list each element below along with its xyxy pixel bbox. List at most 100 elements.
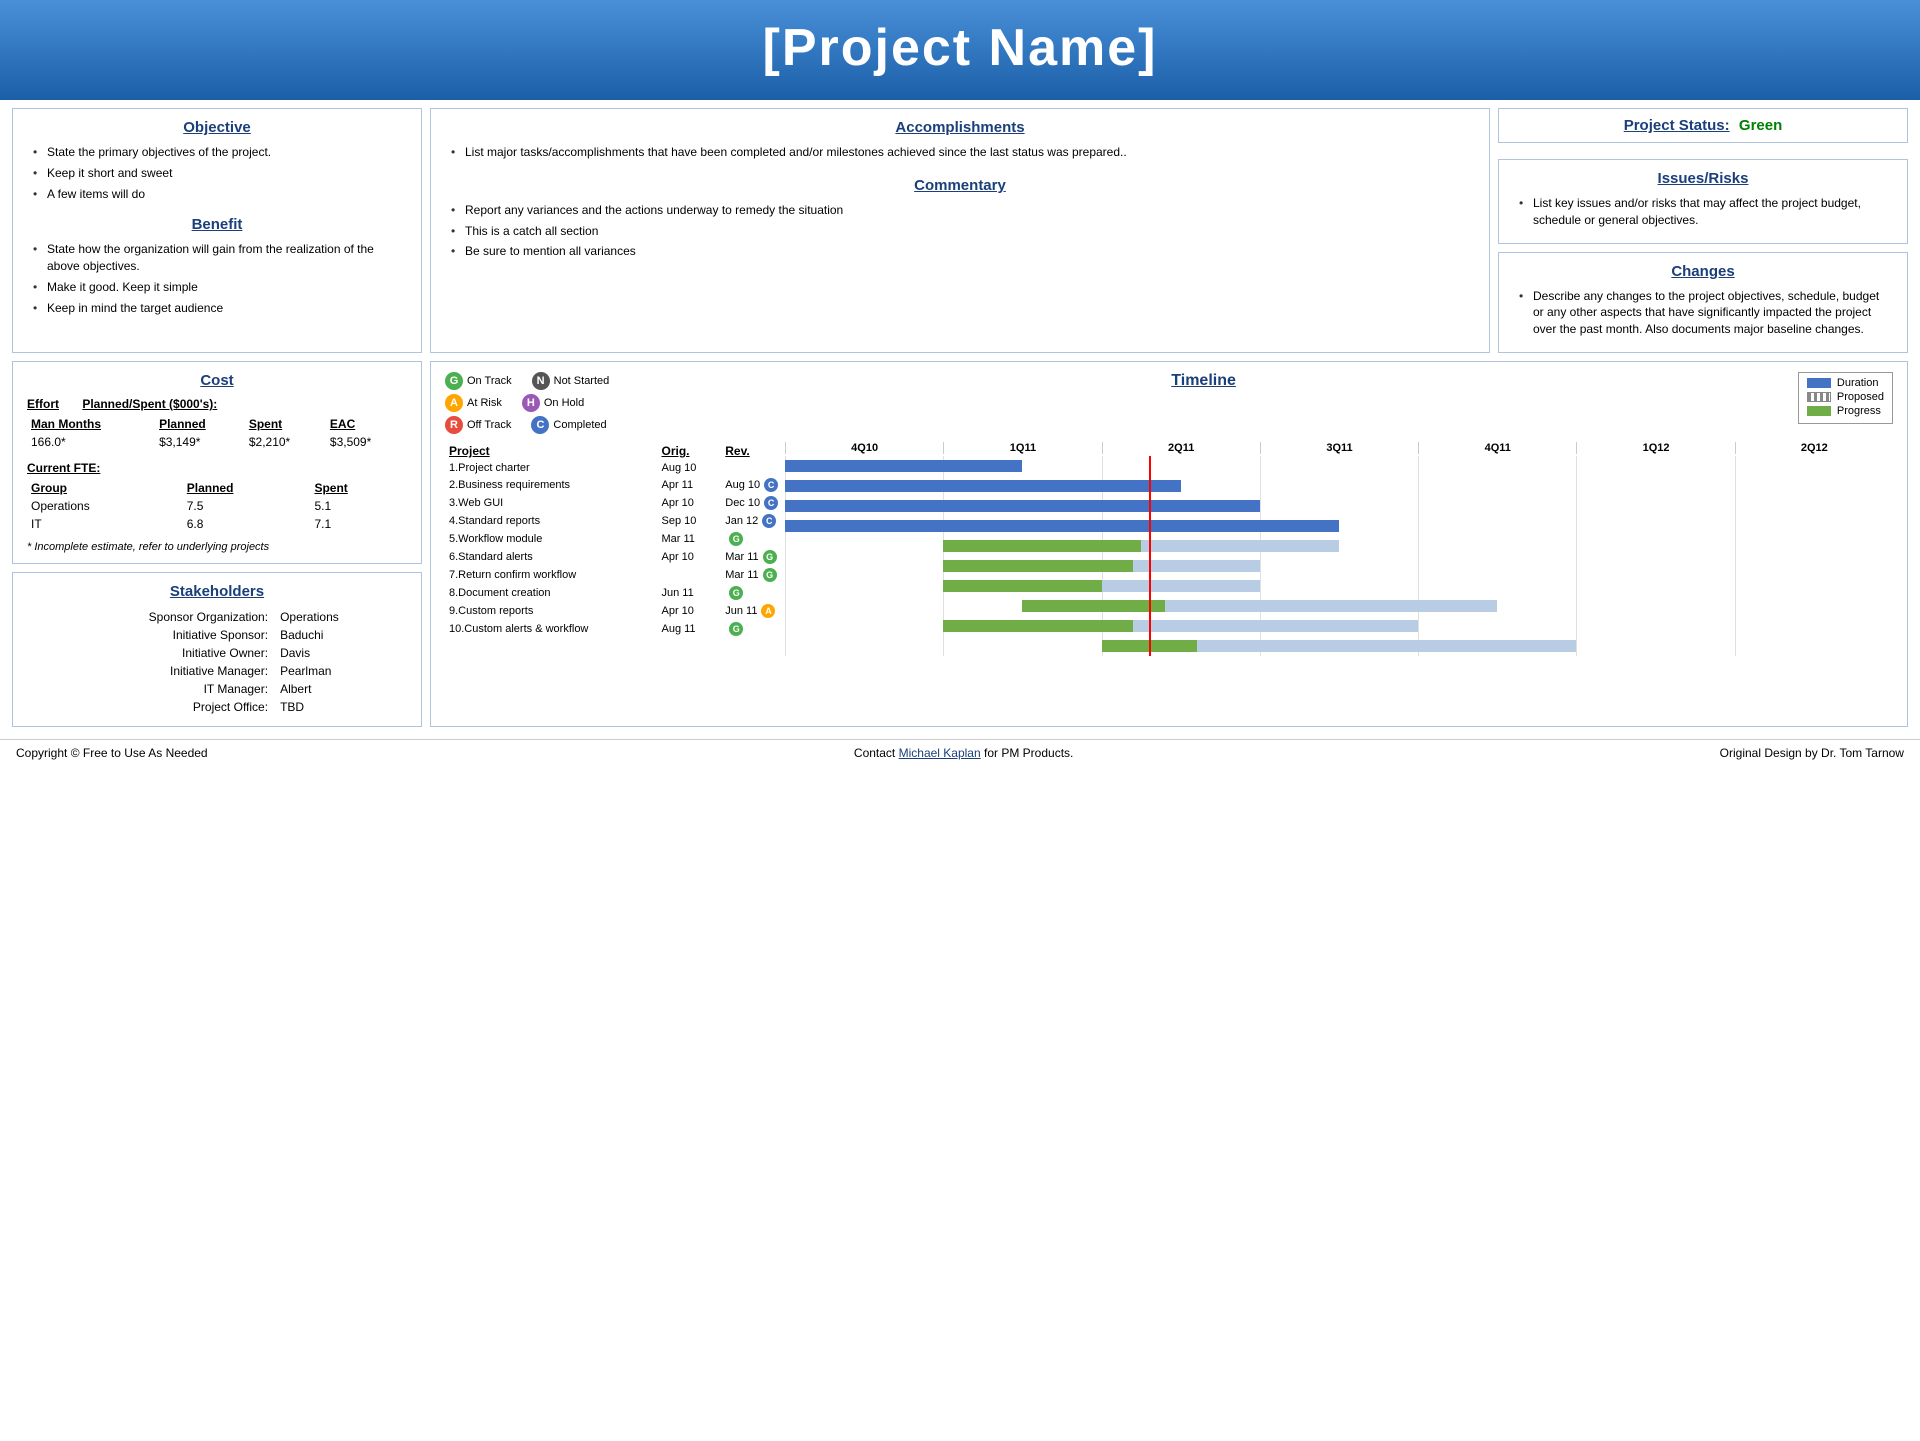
off-track-icon: R [445, 416, 463, 434]
changes-panel: Changes Describe any changes to the proj… [1498, 252, 1908, 353]
legend-container: G On Track N Not Started A At Risk [445, 372, 609, 434]
gantt-bar-progress [785, 500, 1260, 512]
on-hold-label: On Hold [544, 397, 584, 409]
quarter-2q12: 2Q12 [1735, 442, 1893, 454]
gantt-project-table: Project Orig. Rev. 1.Project charterAug … [445, 442, 785, 638]
gantt-rev-date: Jan 12C [721, 512, 785, 530]
gantt-bar-outer [785, 500, 1260, 512]
legend-on-hold: H On Hold [522, 394, 584, 412]
legend-off-track: R Off Track [445, 416, 511, 434]
gantt-tbody: 1.Project charterAug 102.Business requir… [445, 460, 785, 638]
changes-list: Describe any changes to the project obje… [1513, 288, 1893, 338]
gantt-project-name: 10.Custom alerts & workflow [445, 620, 658, 638]
top-row: Objective State the primary objectives o… [12, 108, 1908, 353]
stakeholders-panel: Stakeholders Sponsor Organization: Opera… [12, 572, 422, 727]
gantt-bar-progress [785, 520, 1339, 532]
stakeholders-table: Sponsor Organization: Operations Initiat… [27, 608, 407, 716]
gantt-row: 3.Web GUIApr 10Dec 10C [445, 494, 785, 512]
gantt-rev-date: Dec 10C [721, 494, 785, 512]
gantt-orig-date: Apr 10 [658, 548, 722, 566]
gantt-bar-row [785, 596, 1893, 616]
chart-legend-proposed-label: Proposed [1837, 391, 1884, 403]
gantt-bar-progress [943, 540, 1141, 552]
gantt-row: 5.Workflow moduleMar 11G [445, 530, 785, 548]
gantt-orig-date [658, 566, 722, 584]
benefit-item: Keep in mind the target audience [31, 300, 407, 317]
fte-cell: 7.1 [310, 515, 407, 533]
commentary-list: Report any variances and the actions und… [445, 202, 1475, 260]
completed-label: Completed [553, 419, 606, 431]
cost-col-planned: Planned [155, 415, 245, 433]
commentary-item: Report any variances and the actions und… [449, 202, 1475, 219]
project-status-title: Project Status: [1624, 117, 1730, 134]
objective-benefit-panel: Objective State the primary objectives o… [12, 108, 422, 353]
gantt-project-name: 6.Standard alerts [445, 548, 658, 566]
main-content: Objective State the primary objectives o… [0, 100, 1920, 735]
timeline-legend-row2: A At Risk H On Hold [445, 394, 609, 412]
gantt-bar-row [785, 556, 1893, 576]
gantt-bar-outer [785, 460, 1022, 472]
gantt-bar-row [785, 476, 1893, 496]
cost-col-spent: Spent [245, 415, 326, 433]
gantt-orig-date: Apr 10 [658, 494, 722, 512]
stakeholder-row: Sponsor Organization: Operations [27, 608, 407, 626]
legend-completed: C Completed [531, 416, 606, 434]
benefit-list: State how the organization will gain fro… [27, 241, 407, 316]
stakeholder-label: Initiative Manager: [27, 662, 274, 680]
stakeholder-value: Pearlman [274, 662, 407, 680]
not-started-label: Not Started [554, 375, 610, 387]
gantt-bar-outer [785, 480, 1181, 492]
footer-contact-link[interactable]: Michael Kaplan [899, 746, 981, 760]
gantt-chart: 4Q10 1Q11 2Q11 3Q11 4Q11 1Q12 2Q12 [785, 442, 1893, 656]
fte-col-spent: Spent [310, 479, 407, 497]
gantt-bar-progress [943, 580, 1101, 592]
cost-col-eac: EAC [326, 415, 407, 433]
benefit-title: Benefit [27, 216, 407, 233]
footer: Copyright © Free to Use As Needed Contac… [0, 739, 1920, 766]
on-track-icon: G [445, 372, 463, 390]
gantt-orig-date: Aug 10 [658, 460, 722, 476]
gantt-project-name: 4.Standard reports [445, 512, 658, 530]
legend-not-started: N Not Started [532, 372, 610, 390]
cost-cell: 166.0* [27, 433, 155, 451]
gantt-rev-date [721, 460, 785, 476]
commentary-item: This is a catch all section [449, 223, 1475, 240]
fte-label: Current FTE: [27, 461, 407, 475]
col-rev: Rev. [721, 442, 785, 460]
at-risk-icon: A [445, 394, 463, 412]
on-track-label: On Track [467, 375, 512, 387]
col-orig: Orig. [658, 442, 722, 460]
gantt-rev-date: G [721, 530, 785, 548]
chart-legend-progress: Progress [1807, 405, 1884, 417]
gantt-bar-outer [943, 560, 1260, 572]
stakeholder-value: Baduchi [274, 626, 407, 644]
gantt-bar-row [785, 456, 1893, 476]
gantt-project-name: 5.Workflow module [445, 530, 658, 548]
objective-item: State the primary objectives of the proj… [31, 144, 407, 161]
footer-middle: Contact Michael Kaplan for PM Products. [854, 746, 1073, 760]
cost-col-man-months: Man Months [27, 415, 155, 433]
cost-panel: Cost Effort Planned/Spent ($000's): Man … [12, 361, 422, 564]
fte-cell: IT [27, 515, 183, 533]
bottom-row: Cost Effort Planned/Spent ($000's): Man … [12, 361, 1908, 727]
cost-title: Cost [27, 372, 407, 389]
gantt-bar-progress [943, 620, 1133, 632]
gantt-bar-outer [1022, 600, 1497, 612]
benefit-item: Make it good. Keep it simple [31, 279, 407, 296]
cost-table: Man Months Planned Spent EAC 166.0* $3,1… [27, 415, 407, 451]
stakeholder-value: TBD [274, 698, 407, 716]
gantt-bar-row [785, 576, 1893, 596]
quarter-4q11: 4Q11 [1418, 442, 1576, 454]
cost-row: 166.0* $3,149* $2,210* $3,509* [27, 433, 407, 451]
timeline-title-area: Timeline [609, 372, 1798, 398]
accomplishments-item: List major tasks/accomplishments that ha… [449, 144, 1475, 161]
timeline-title: Timeline [609, 372, 1798, 390]
accomplishments-commentary-panel: Accomplishments List major tasks/accompl… [430, 108, 1490, 353]
page-title: [Project Name] [0, 18, 1920, 78]
gantt-bar-progress [1022, 600, 1164, 612]
chart-legend-duration: Duration [1807, 377, 1884, 389]
commentary-item: Be sure to mention all variances [449, 243, 1475, 260]
stakeholder-row: Project Office: TBD [27, 698, 407, 716]
benefit-item: State how the organization will gain fro… [31, 241, 407, 275]
stakeholder-row: Initiative Owner: Davis [27, 644, 407, 662]
